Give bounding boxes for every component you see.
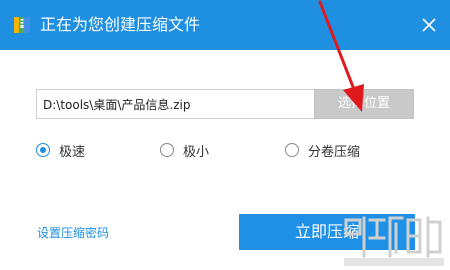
option-split-volume-label: 分卷压缩 (308, 144, 361, 160)
compress-now-button[interactable]: 立即压缩 (239, 214, 415, 250)
set-password-link[interactable]: 设置压缩密码 (37, 224, 109, 241)
close-icon[interactable] (418, 14, 440, 36)
option-smallest-label: 极小 (183, 144, 210, 160)
choose-location-button[interactable]: 选择位置 (314, 89, 414, 119)
title-bar[interactable]: 正在为您创建压缩文件 (0, 0, 450, 50)
option-fastest-label: 极速 (59, 144, 86, 160)
option-fastest[interactable]: 极速 (36, 140, 85, 160)
option-smallest[interactable]: 极小 (160, 140, 209, 160)
dialog-title: 正在为您创建压缩文件 (40, 15, 201, 34)
option-split-volume[interactable]: 分卷压缩 (285, 140, 360, 160)
radio-split-volume[interactable] (285, 143, 299, 157)
radio-smallest[interactable] (160, 143, 174, 157)
radio-fastest[interactable] (36, 143, 50, 157)
save-path-input[interactable] (36, 89, 314, 119)
create-archive-dialog: 正在为您创建压缩文件 选择位置 极速 极小 分卷压缩 设置压缩密码 立即压缩 (0, 0, 450, 270)
archive-app-icon (14, 17, 30, 33)
